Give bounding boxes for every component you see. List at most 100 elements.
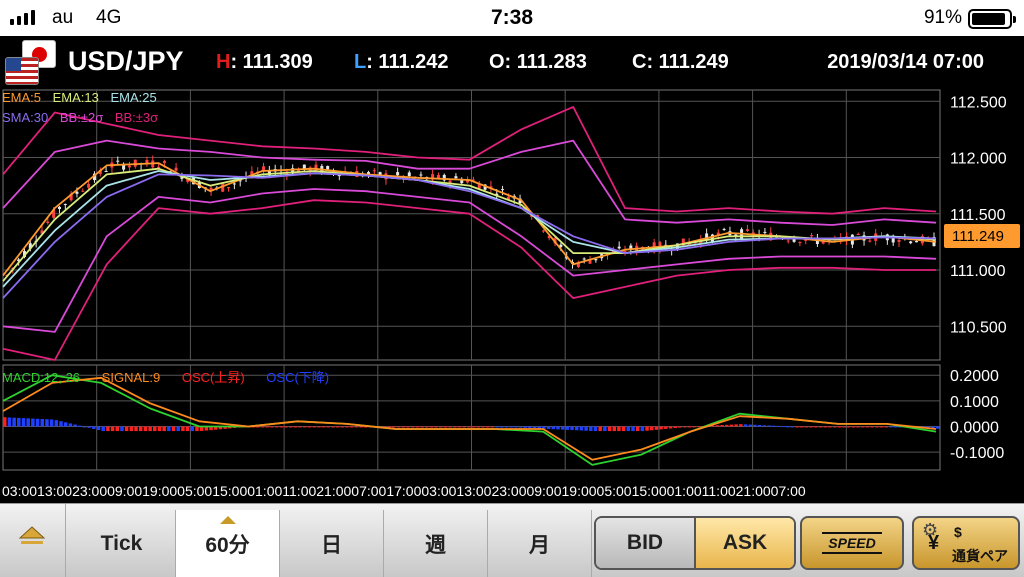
macd-tick-label: 0.1000	[950, 394, 999, 411]
candle-body	[81, 190, 85, 192]
osc-bar	[298, 426, 302, 428]
osc-bar	[31, 418, 35, 427]
ask-button[interactable]: ASK	[696, 518, 794, 568]
osc-bar	[457, 426, 462, 428]
osc-bar	[631, 426, 635, 432]
osc-bar	[640, 426, 645, 432]
timeframe-tick-button[interactable]: Tick	[68, 510, 176, 577]
osc-bar	[584, 426, 588, 431]
close-price: C: 111.249	[632, 51, 729, 73]
selected-caret-icon	[219, 516, 236, 524]
osc-bar	[181, 426, 185, 432]
legend-signal: SIGNAL:9	[101, 370, 161, 385]
candle-body	[326, 166, 330, 170]
osc-bar	[78, 425, 82, 427]
osc-bar	[889, 426, 893, 428]
currency-pair-button[interactable]: ⚙ ¥ $ 通貨ペア	[912, 516, 1020, 570]
osc-bar	[134, 426, 138, 432]
osc-bar	[415, 426, 420, 428]
osc-bar	[481, 426, 485, 428]
osc-bar	[612, 426, 616, 432]
osc-bar	[21, 418, 26, 427]
osc-bar	[771, 425, 776, 427]
osc-bar	[467, 426, 471, 428]
osc-bar	[832, 426, 837, 428]
clock: 7:38	[490, 6, 534, 29]
osc-bar	[26, 418, 30, 427]
osc-bar	[725, 424, 729, 427]
osc-bar	[326, 426, 331, 428]
osc-bar	[856, 426, 860, 428]
candle-body	[541, 230, 545, 232]
high-price: H: 111.309	[216, 51, 313, 73]
osc-bar	[401, 426, 406, 428]
osc-bar	[471, 426, 476, 428]
candle-body	[104, 170, 108, 172]
osc-bar	[274, 426, 279, 428]
osc-bar	[176, 426, 180, 432]
price-tick-label: 112.500	[950, 94, 1007, 111]
timeframe-day-button[interactable]: 日	[280, 510, 384, 577]
osc-bar	[767, 425, 771, 427]
osc-bar	[279, 426, 284, 428]
osc-bar	[63, 422, 68, 427]
osc-bar	[87, 426, 91, 428]
candle-body	[594, 259, 598, 261]
quote-header: USD/JPY H: 111.309 L: 111.242 O: 111.283…	[0, 36, 1024, 88]
osc-bar	[598, 426, 602, 432]
menu-toggle-button[interactable]	[0, 504, 66, 577]
osc-bar	[312, 426, 316, 428]
osc-bar	[284, 426, 288, 428]
candle-body	[87, 184, 91, 188]
osc-bar	[626, 426, 631, 432]
osc-bar	[420, 426, 424, 428]
osc-bar	[392, 426, 396, 428]
osc-bar	[462, 426, 466, 428]
battery-icon	[968, 9, 1016, 29]
osc-bar	[82, 426, 87, 428]
dollar-icon: $	[954, 524, 962, 540]
legend-row-2: SMA:30 BB:±2σ BB:±3σ	[2, 110, 158, 125]
osc-bar	[509, 426, 513, 428]
osc-bar	[762, 425, 767, 427]
timeframe-week-button[interactable]: 週	[384, 510, 488, 577]
bid-ask-toggle[interactable]: BID ASK	[594, 516, 796, 570]
osc-bar	[439, 426, 443, 428]
macd-lines	[2, 374, 937, 466]
timeframe-60min-button[interactable]: 60分	[176, 510, 280, 577]
price-tick-label: 112.000	[950, 151, 1007, 168]
price-tick-label: 111.500	[950, 207, 1006, 224]
candle-body	[810, 235, 814, 237]
macd-axis: 0.2000 0.1000 0.0000 -0.1000	[950, 368, 1004, 462]
usd-flag-icon	[5, 57, 39, 85]
osc-bar	[448, 426, 452, 428]
osc-bar	[96, 426, 101, 431]
candle-body	[133, 159, 137, 167]
osc-bar	[635, 426, 640, 432]
candle-body	[617, 246, 621, 249]
currency-pair-title[interactable]: USD/JPY	[68, 46, 184, 77]
osc-bar	[45, 419, 49, 427]
up-caret-icon	[18, 526, 46, 544]
price-chart[interactable]: 112.500 112.000 111.500 111.000 110.500 0.20…	[0, 88, 1024, 503]
osc-bar	[504, 426, 509, 428]
candle-body	[232, 183, 236, 185]
speed-order-button[interactable]: SPEED	[800, 516, 904, 570]
candle-body	[868, 240, 872, 242]
bid-button[interactable]: BID	[596, 518, 696, 568]
candle-body	[722, 229, 726, 231]
osc-bar	[335, 426, 340, 428]
price-tick-label: 110.500	[950, 319, 1007, 336]
open-price: O: 111.283	[489, 51, 587, 73]
candle-body	[897, 239, 901, 242]
osc-bar	[167, 426, 171, 432]
current-price-label: 111.249	[952, 228, 1004, 245]
osc-bar	[875, 426, 879, 428]
candle-body	[419, 174, 423, 176]
osc-bar	[518, 426, 523, 428]
timeframe-month-button[interactable]: 月	[488, 510, 592, 577]
osc-bar	[668, 426, 673, 429]
osc-bar	[603, 426, 607, 432]
osc-bar	[682, 426, 687, 428]
legend-ema13: EMA:13	[52, 90, 99, 105]
